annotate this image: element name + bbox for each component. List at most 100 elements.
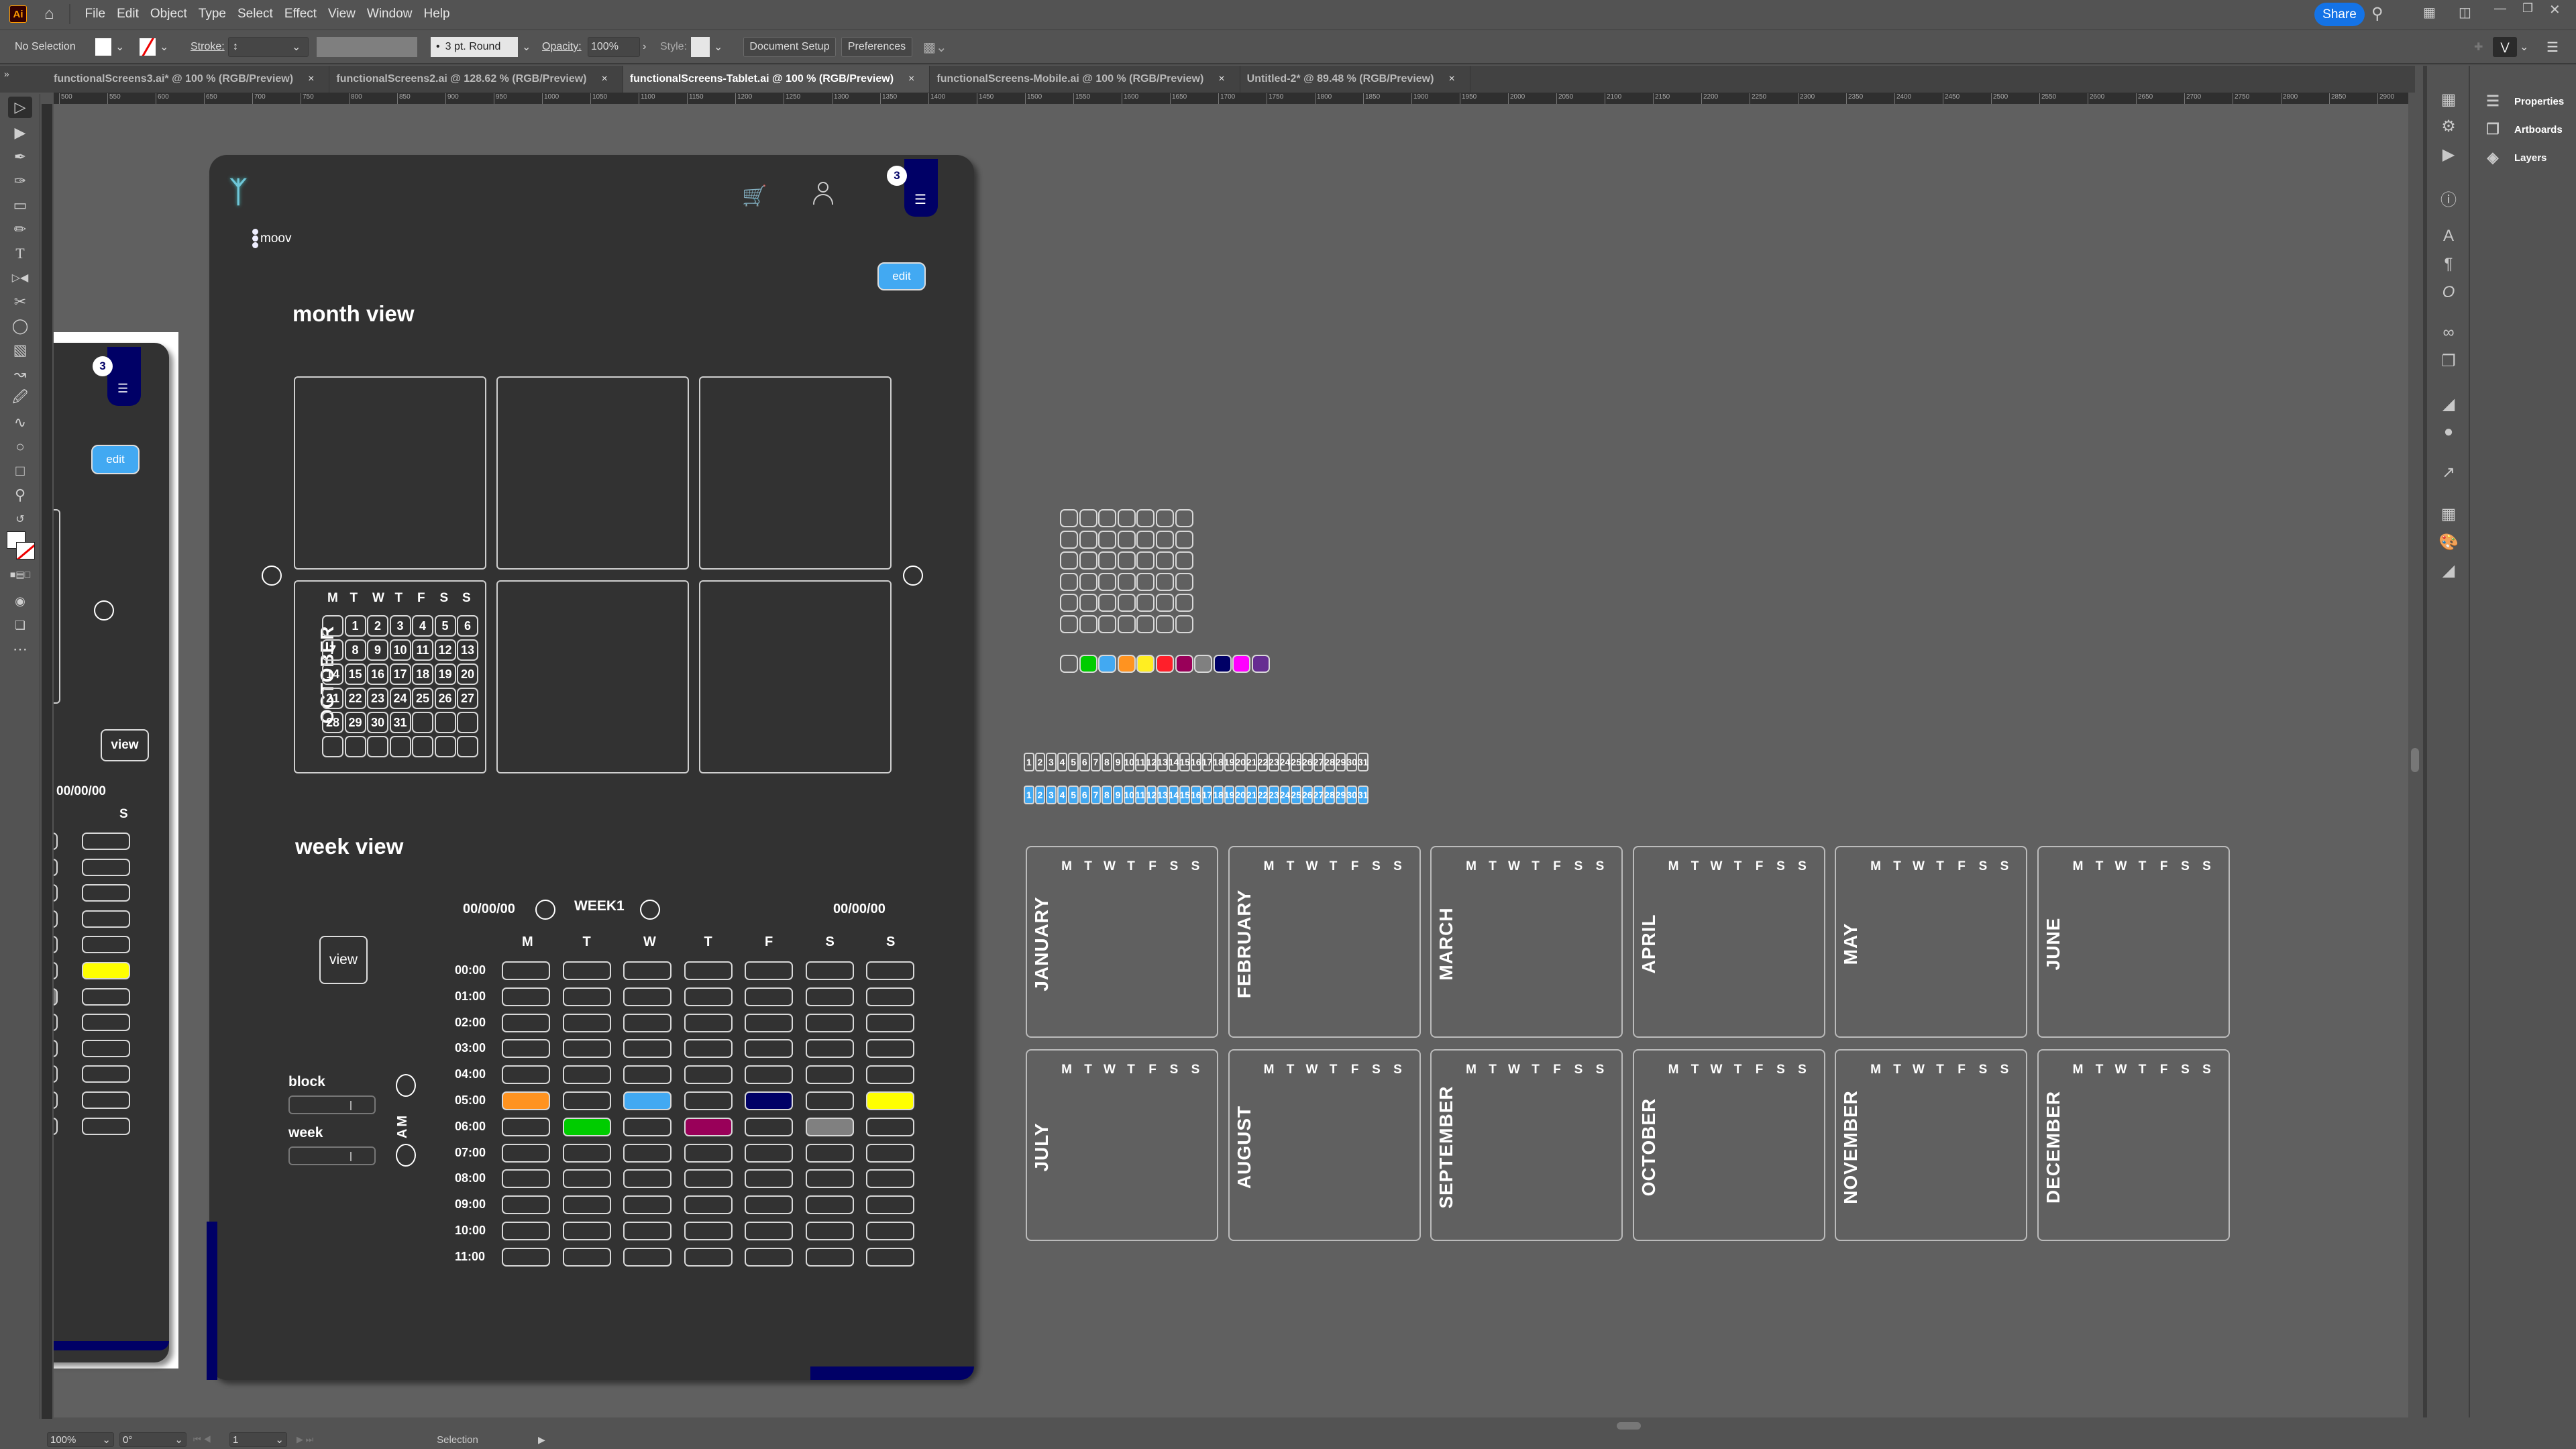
day-number-chip-active[interactable]: 25 bbox=[1291, 786, 1301, 804]
time-slot[interactable] bbox=[684, 1013, 733, 1032]
day-number-chip-active[interactable]: 20 bbox=[1235, 786, 1246, 804]
time-slot[interactable] bbox=[562, 961, 611, 980]
day-cell[interactable]: 17 bbox=[389, 663, 411, 685]
time-slot[interactable] bbox=[684, 961, 733, 980]
day-number-chip[interactable]: 21 bbox=[1246, 753, 1257, 771]
day-cell[interactable]: 31 bbox=[389, 712, 411, 733]
day-number-chip[interactable]: 10 bbox=[1124, 753, 1134, 771]
menu-file[interactable]: File bbox=[85, 7, 106, 21]
day-number-chip-active[interactable]: 3 bbox=[1046, 786, 1057, 804]
day-number-chip[interactable]: 19 bbox=[1224, 753, 1234, 771]
day-number-chip[interactable]: 2 bbox=[1034, 753, 1046, 771]
month-card[interactable]: M T W T F S S NOVEMBER bbox=[1835, 1049, 2027, 1241]
month-slot[interactable] bbox=[699, 376, 892, 570]
time-slot[interactable] bbox=[623, 1065, 672, 1085]
month-card[interactable]: M T W T F S S DECEMBER bbox=[2037, 1049, 2230, 1241]
color-swatch[interactable] bbox=[1136, 655, 1155, 673]
time-slot[interactable] bbox=[805, 1013, 854, 1032]
color-swatch[interactable] bbox=[1079, 655, 1097, 673]
empty-day-cell[interactable] bbox=[1175, 614, 1193, 633]
month-slot[interactable] bbox=[496, 376, 689, 570]
panel-layers[interactable]: ◈ Layers bbox=[2483, 149, 2547, 166]
time-slot[interactable] bbox=[745, 961, 793, 980]
empty-day-cell[interactable] bbox=[1136, 509, 1155, 527]
time-slot[interactable] bbox=[745, 1247, 793, 1267]
menu-type[interactable]: Type bbox=[199, 7, 226, 21]
day-number-chip-active[interactable]: 19 bbox=[1224, 786, 1234, 804]
day-number-chip[interactable]: 3 bbox=[1046, 753, 1057, 771]
day-number-chip-active[interactable]: 26 bbox=[1302, 786, 1313, 804]
day-number-chip-active[interactable]: 14 bbox=[1169, 786, 1179, 804]
time-slot[interactable] bbox=[684, 1039, 733, 1059]
day-number-chip-active[interactable]: 11 bbox=[1135, 786, 1146, 804]
type-tool-icon[interactable]: T bbox=[8, 243, 32, 264]
time-slot[interactable] bbox=[866, 1013, 914, 1032]
time-slot[interactable] bbox=[562, 1222, 611, 1240]
time-slot[interactable] bbox=[54, 1014, 58, 1032]
prev-month-button[interactable] bbox=[262, 566, 282, 586]
month-card[interactable]: M T W T F S S JANUARY bbox=[1026, 846, 1218, 1038]
day-cell[interactable]: 13 bbox=[457, 639, 478, 661]
style-swatch[interactable] bbox=[691, 37, 710, 57]
empty-day-cell[interactable] bbox=[1098, 594, 1117, 612]
time-slot[interactable] bbox=[805, 1247, 854, 1267]
edit-button[interactable]: edit bbox=[877, 262, 926, 290]
empty-day-cell[interactable] bbox=[1079, 509, 1097, 527]
workspace-icon[interactable]: ▦ bbox=[2423, 4, 2436, 21]
stroke-weight-input[interactable]: ↕ ⌄ bbox=[228, 37, 309, 57]
empty-day-cell[interactable] bbox=[1098, 551, 1117, 570]
time-slot[interactable] bbox=[54, 1117, 58, 1135]
hamburger-icon[interactable]: ☰ bbox=[914, 191, 926, 208]
empty-day-cell[interactable] bbox=[1079, 614, 1097, 633]
reflect-tool-icon[interactable]: ▷◀ bbox=[8, 267, 32, 288]
empty-day-cell[interactable] bbox=[1079, 530, 1097, 549]
day-cell[interactable]: 3 bbox=[389, 615, 411, 637]
day-cell[interactable]: 24 bbox=[389, 688, 411, 709]
time-slot[interactable] bbox=[54, 987, 58, 1006]
day-number-chip[interactable]: 29 bbox=[1336, 753, 1346, 771]
day-number-chip-active[interactable]: 30 bbox=[1346, 786, 1357, 804]
day-number-chip-active[interactable]: 24 bbox=[1280, 786, 1290, 804]
hamburger-icon[interactable]: ☰ bbox=[117, 382, 128, 396]
time-slot[interactable] bbox=[502, 961, 550, 980]
character-icon[interactable]: A bbox=[2438, 227, 2459, 246]
day-cell[interactable] bbox=[412, 736, 433, 757]
empty-day-cell[interactable] bbox=[1117, 614, 1136, 633]
day-number-chip[interactable]: 23 bbox=[1269, 753, 1279, 771]
empty-day-cell[interactable] bbox=[1175, 572, 1193, 591]
month-card[interactable]: M T W T F S S JUNE bbox=[2037, 846, 2230, 1038]
month-card[interactable]: M T W T F S S SEPTEMBER bbox=[1430, 1049, 1623, 1241]
time-slot[interactable] bbox=[54, 962, 58, 979]
time-slot[interactable] bbox=[82, 833, 130, 850]
time-slot[interactable] bbox=[562, 1013, 611, 1032]
day-number-chip-active[interactable]: 17 bbox=[1202, 786, 1212, 804]
day-cell[interactable]: 21 bbox=[322, 688, 343, 709]
swap-fill-stroke-icon[interactable]: ↺ bbox=[8, 508, 32, 530]
color-swatch[interactable] bbox=[1252, 655, 1270, 673]
time-slot[interactable] bbox=[502, 1013, 550, 1032]
time-slot[interactable] bbox=[502, 1117, 550, 1136]
day-number-chip-active[interactable]: 16 bbox=[1191, 786, 1201, 804]
time-slot[interactable] bbox=[745, 1039, 793, 1059]
empty-day-cell[interactable] bbox=[1079, 572, 1097, 591]
day-number-chip[interactable]: 4 bbox=[1057, 753, 1068, 771]
gradient-tool-icon[interactable]: ▧ bbox=[8, 339, 32, 361]
time-slot[interactable] bbox=[623, 1039, 672, 1059]
time-slot[interactable] bbox=[562, 1065, 611, 1085]
document-setup-button[interactable]: Document Setup bbox=[743, 37, 836, 57]
chevron-down-icon[interactable]: ⌄ bbox=[522, 37, 531, 57]
day-number-chip[interactable]: 1 bbox=[1024, 753, 1034, 771]
time-slot[interactable] bbox=[502, 1247, 550, 1267]
menu-select[interactable]: Select bbox=[237, 7, 273, 21]
time-slot[interactable] bbox=[745, 1065, 793, 1085]
day-cell[interactable]: 18 bbox=[412, 663, 433, 685]
color-swatch[interactable] bbox=[1213, 655, 1232, 673]
time-slot[interactable] bbox=[54, 1039, 58, 1057]
close-tab-icon[interactable]: × bbox=[308, 73, 314, 85]
day-number-chip[interactable]: 27 bbox=[1313, 753, 1324, 771]
day-number-chip[interactable]: 31 bbox=[1358, 753, 1368, 771]
day-cell[interactable]: 22 bbox=[344, 688, 366, 709]
empty-day-cell[interactable] bbox=[1117, 572, 1136, 591]
day-number-chip-active[interactable]: 23 bbox=[1269, 786, 1279, 804]
time-slot[interactable] bbox=[502, 1169, 550, 1189]
